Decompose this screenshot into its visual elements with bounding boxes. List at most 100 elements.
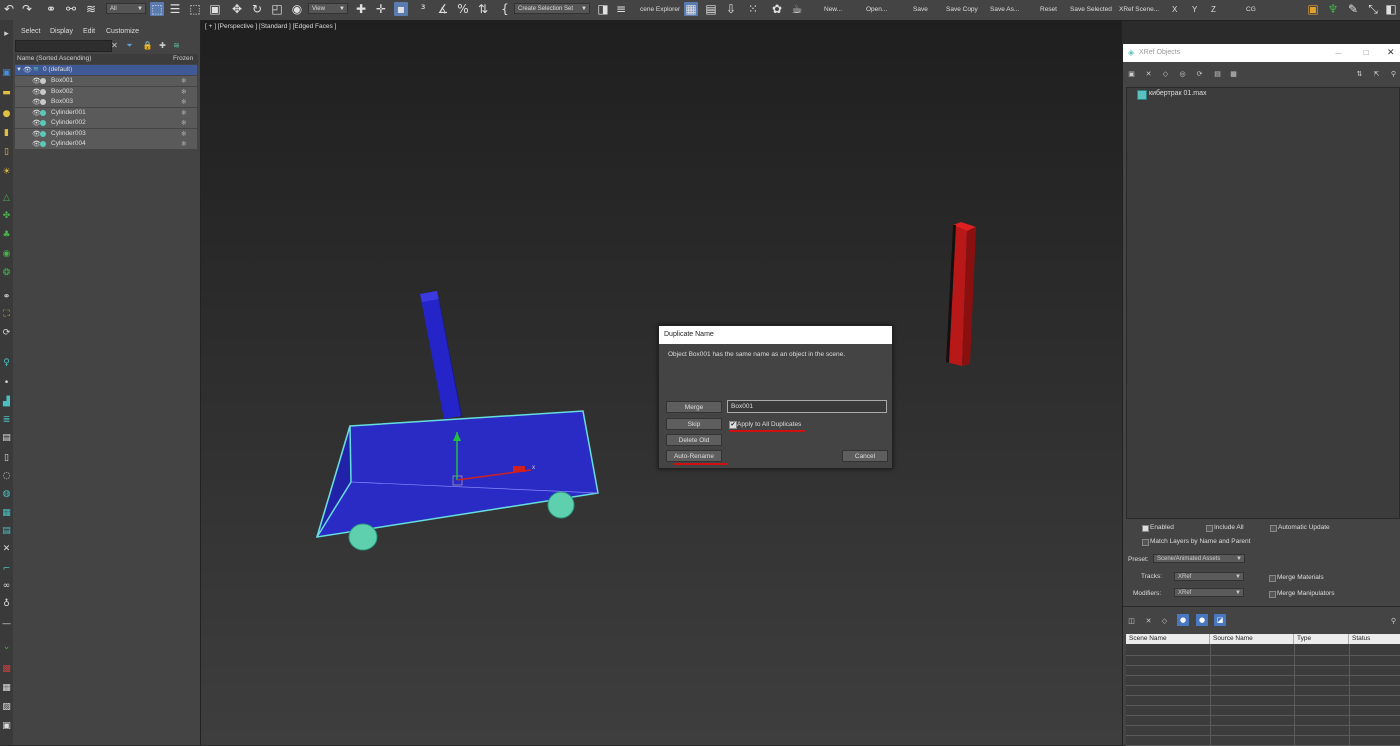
menu-edit[interactable]: Edit (83, 28, 95, 35)
freeze-icon[interactable]: ❄ (181, 87, 187, 97)
dash-icon[interactable]: ⌐ (1, 563, 12, 574)
select-manipulate-icon[interactable]: ✛ (374, 2, 388, 16)
explorer-row[interactable]: 👁 Box002 ❄ (15, 86, 197, 97)
select-by-name-icon[interactable]: ☰ (168, 2, 182, 16)
skip-button[interactable]: Skip (666, 418, 722, 430)
stack-icon[interactable]: ≣ (1, 414, 12, 425)
minimize-icon[interactable]: — (1335, 44, 1342, 62)
snaps-toggle-icon[interactable]: ³ (416, 2, 430, 16)
display-shapes-icon[interactable]: ▮ (1, 127, 12, 138)
tracks-select[interactable]: XRef ▼ (1174, 572, 1244, 581)
file-icon[interactable]: ▯ (1, 452, 12, 463)
reset-button[interactable]: Reset (1040, 6, 1057, 13)
align-icon[interactable]: ≡ (614, 2, 628, 16)
include-all-checkbox[interactable] (1206, 525, 1213, 532)
display-geometry-icon[interactable]: ● (1, 108, 12, 119)
save-button[interactable]: Save (913, 6, 928, 13)
undo-icon[interactable]: ↶ (2, 2, 16, 16)
merge-xref-icon[interactable]: ▦ (1229, 69, 1238, 78)
explorer-search-input[interactable] (15, 40, 112, 52)
cross-icon[interactable]: ✕ (1, 543, 12, 554)
list-icon[interactable]: ▤ (1, 525, 12, 536)
schematic-view-icon[interactable]: ⁙ (746, 2, 760, 16)
apply-all-checkbox[interactable]: ✔ (729, 421, 737, 429)
remove-xref-icon[interactable]: ✕ (1144, 69, 1153, 78)
open-button[interactable]: Open... (866, 6, 887, 13)
filter-controllers-icon[interactable]: ◪ (1214, 614, 1226, 626)
merge-materials-label[interactable]: Merge Materials (1277, 574, 1324, 581)
merge-manipulators-checkbox[interactable] (1269, 591, 1276, 598)
pin-icon[interactable]: ⚲ (1389, 69, 1398, 78)
col-scene-name[interactable]: Scene Name (1126, 634, 1210, 644)
filter-materials-icon[interactable]: ● (1196, 614, 1208, 626)
angle-snap-icon[interactable]: ∡ (436, 2, 450, 16)
window-crossing-icon[interactable]: ▣ (208, 2, 222, 16)
xref-records-table[interactable]: Scene Name Source Name Type Status (1126, 634, 1400, 746)
scene-state-icon[interactable]: ▩ (1, 663, 12, 674)
tree-icon[interactable]: ♆ (1326, 2, 1340, 16)
image-icon[interactable]: ▦ (1, 682, 12, 693)
plugin-icon[interactable]: ▣ (1306, 2, 1320, 16)
rect-selection-icon[interactable]: ⬚ (188, 2, 202, 16)
lock-icon[interactable]: 🔒 (143, 41, 153, 50)
double-chevron-icon[interactable]: ⌄ (1, 641, 12, 652)
freeze-icon[interactable]: ❄ (181, 108, 187, 118)
enabled-checkbox[interactable] (1142, 525, 1149, 532)
bar-chart-icon[interactable]: ▟ (1, 396, 12, 407)
hierarchy-icon[interactable]: ⛶ (1, 308, 12, 319)
apply-all-label[interactable]: Apply to All Duplicates (737, 421, 801, 428)
menu-display[interactable]: Display (50, 28, 73, 35)
material-editor-icon[interactable]: ✿ (770, 2, 784, 16)
percent-snap-icon[interactable]: % (456, 2, 470, 16)
axis-x-button[interactable]: X (1172, 5, 1177, 14)
display-xrefs-icon[interactable]: ♣ (1, 229, 12, 240)
clear-search-icon[interactable]: ✕ (110, 41, 119, 50)
picture-icon[interactable]: ▨ (1, 701, 12, 712)
panel-icon[interactable]: ◍ (1, 488, 12, 499)
close-icon[interactable]: ✕ (1387, 44, 1395, 62)
redo-icon[interactable]: ↷ (20, 2, 34, 16)
remove-record-icon[interactable]: ✕ (1144, 616, 1153, 625)
modifiers-select[interactable]: XRef ▼ (1174, 588, 1244, 597)
light-bulb-icon[interactable]: ♀ (1, 357, 12, 368)
move-icon[interactable]: ✥ (230, 2, 244, 16)
save-as-button[interactable]: Save As... (990, 6, 1019, 13)
select-object-icon[interactable]: ⬚ (150, 2, 164, 16)
spinner-snap-icon[interactable]: ⇅ (476, 2, 490, 16)
col-name-header[interactable]: Name (Sorted Ascending) (17, 54, 91, 64)
select-tool-icon[interactable]: ▸ (1, 28, 12, 39)
col-frozen-header[interactable]: Frozen (173, 54, 193, 64)
refresh-icon[interactable]: ◌ (1, 470, 12, 481)
menu-customize[interactable]: Customize (106, 28, 139, 35)
merge-materials-checkbox[interactable] (1269, 575, 1276, 582)
explorer-row[interactable]: 👁 Cylinder002 ❄ (15, 118, 197, 128)
display-particles-icon[interactable]: ❂ (1, 267, 12, 278)
toggle-ribbon-icon[interactable]: ▤ (704, 2, 718, 16)
expand-icon[interactable]: ▼ (16, 65, 22, 75)
layer-explorer-icon[interactable]: ▦ (684, 2, 698, 16)
cg-button[interactable]: CG (1246, 6, 1256, 13)
display-helpers-icon[interactable]: ☀ (1, 166, 12, 177)
unlink-icon[interactable]: ⚯ (64, 2, 78, 16)
bind-spacewarp-icon[interactable]: ≋ (84, 2, 98, 16)
edit-named-selection-icon[interactable]: { (498, 2, 512, 16)
menu-select[interactable]: Select (21, 28, 40, 35)
explorer-row[interactable]: 👁 Cylinder004 ❄ (15, 139, 197, 149)
link-icon[interactable]: ⚭ (44, 2, 58, 16)
display-objects-icon[interactable]: ▣ (1, 67, 12, 78)
display-spacewarps-icon[interactable]: △ (1, 192, 12, 203)
highlight-icon[interactable]: ◇ (1160, 616, 1169, 625)
update-icon[interactable]: ◎ (1178, 69, 1187, 78)
scene-explorer-button[interactable]: cene Explorer (640, 6, 680, 13)
save-selected-button[interactable]: Save Selected (1070, 6, 1112, 13)
explorer-row[interactable]: 👁 Box001 ❄ (15, 76, 197, 86)
axis-z-button[interactable]: Z (1211, 5, 1216, 14)
match-layers-checkbox[interactable] (1142, 539, 1149, 546)
auto-update-label[interactable]: Automatic Update (1278, 524, 1330, 531)
save-copy-button[interactable]: Save Copy (946, 6, 978, 13)
freeze-icon[interactable]: ❄ (181, 118, 187, 128)
auto-rename-button[interactable]: Auto-Rename (666, 450, 722, 462)
convert-icon[interactable]: ◇ (1161, 69, 1170, 78)
pivot-icon[interactable]: ✚ (354, 2, 368, 16)
explorer-row[interactable]: 👁 Cylinder003 ❄ (15, 128, 197, 139)
